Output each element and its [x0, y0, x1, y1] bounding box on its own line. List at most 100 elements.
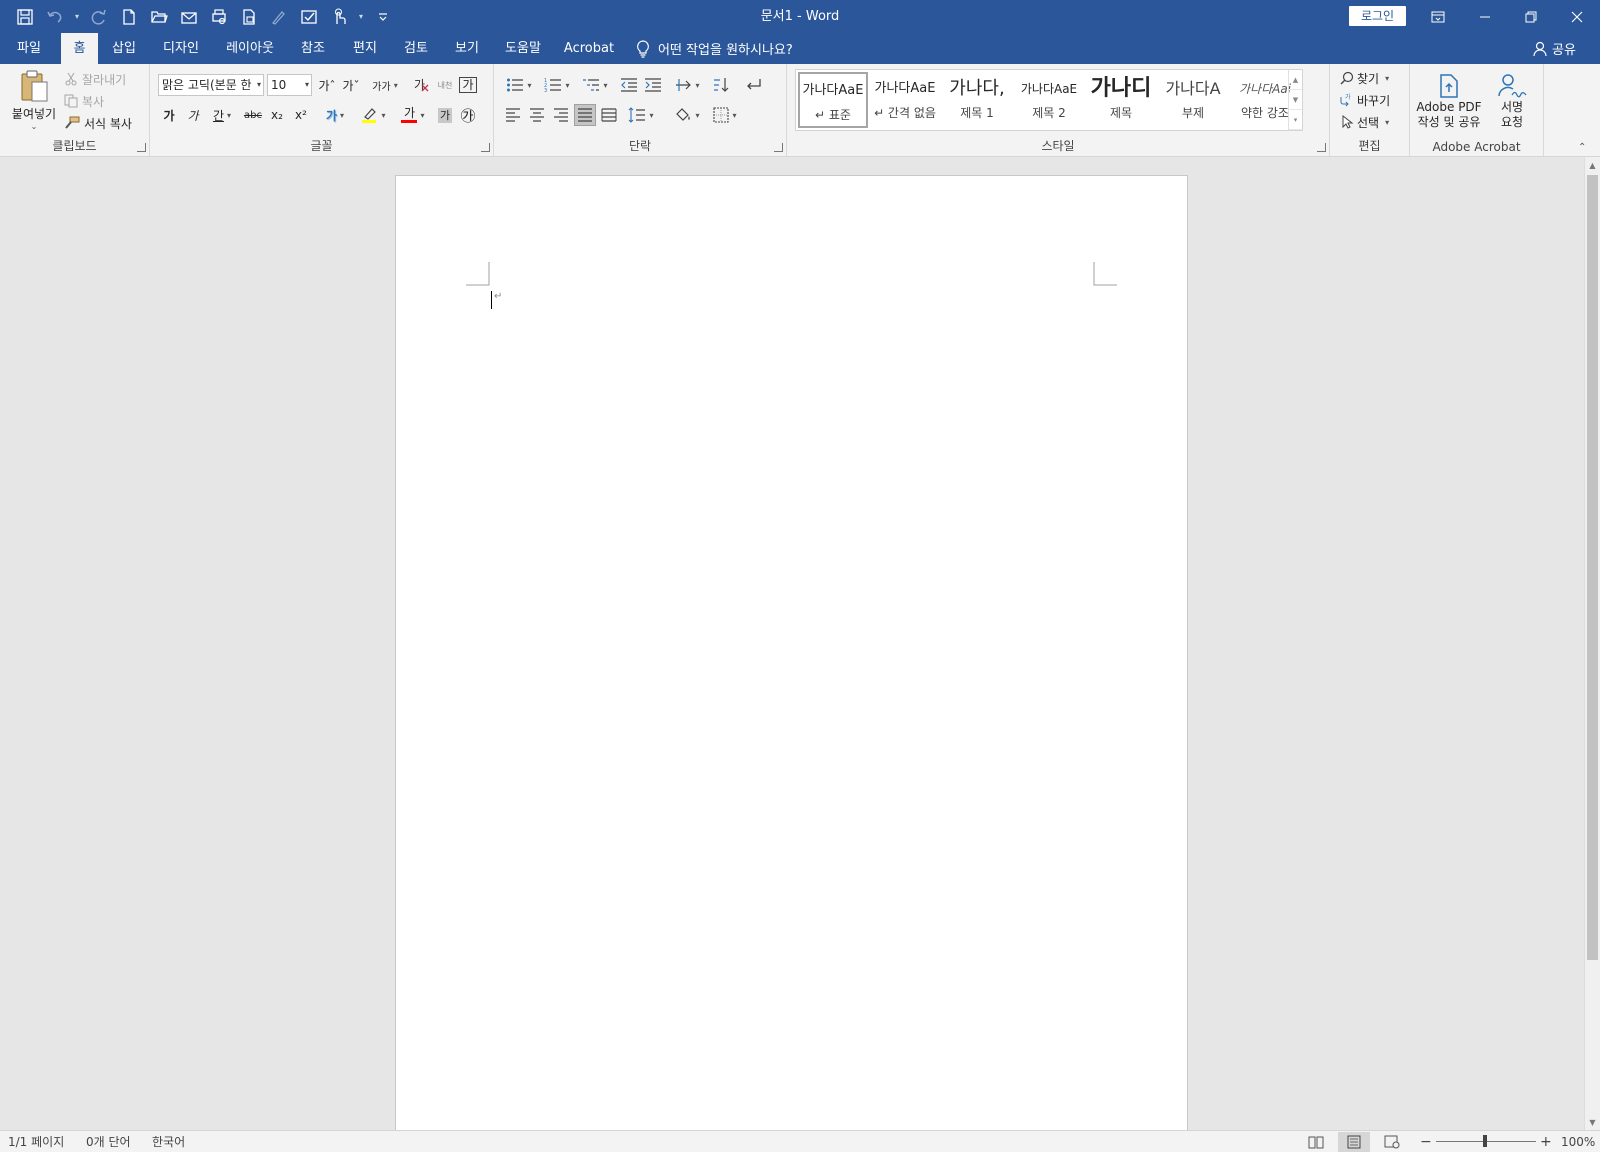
zoom-in-button[interactable]: +	[1540, 1131, 1552, 1152]
email-icon[interactable]	[176, 4, 202, 30]
italic-button[interactable]: 가	[182, 104, 204, 126]
open-icon[interactable]	[146, 4, 172, 30]
new-doc-icon[interactable]	[116, 4, 142, 30]
align-right-button[interactable]	[550, 104, 572, 126]
paste-button[interactable]: 붙여넣기 ⌄	[6, 68, 62, 132]
superscript-button[interactable]: x²	[290, 104, 312, 126]
word-count[interactable]: 0개 단어	[86, 1131, 131, 1152]
touch-mode-icon[interactable]	[326, 4, 352, 30]
enclose-characters-button[interactable]: ㉮	[457, 104, 479, 126]
text-direction-button[interactable]: ▾	[670, 74, 704, 96]
font-color-button[interactable]: 가 ▾	[395, 104, 431, 126]
request-signature-button[interactable]: 서명 요청	[1488, 68, 1536, 134]
document-page[interactable]: ↵	[395, 175, 1188, 1130]
scroll-up-icon[interactable]: ▲	[1585, 157, 1600, 173]
create-pdf-button[interactable]: Adobe PDF 작성 및 공유	[1414, 68, 1484, 134]
replace-button[interactable]: 가 바꾸기	[1340, 90, 1390, 110]
vertical-scrollbar[interactable]: ▲ ▼	[1584, 157, 1600, 1130]
style-normal[interactable]: 가나다AaE ↵ 표준	[798, 72, 868, 128]
find-button[interactable]: 찾기 ▾	[1340, 68, 1389, 88]
zoom-out-button[interactable]: −	[1420, 1131, 1432, 1152]
distributed-button[interactable]	[598, 104, 620, 126]
styles-more-icon[interactable]: ▾	[1289, 110, 1302, 130]
bullets-button[interactable]: ▾	[502, 74, 536, 96]
align-left-button[interactable]	[502, 104, 524, 126]
shrink-font-button[interactable]: 가ˇ	[340, 74, 362, 96]
bold-button[interactable]: 가	[158, 104, 180, 126]
character-shading-button[interactable]: 가	[434, 104, 456, 126]
style-heading-1[interactable]: 가나다, 제목 1	[942, 72, 1012, 128]
web-layout-button[interactable]	[1376, 1132, 1408, 1152]
styles-scroll-up-icon[interactable]: ▲	[1289, 70, 1302, 90]
read-mode-button[interactable]	[1300, 1132, 1332, 1152]
tab-references[interactable]: 참조	[292, 33, 334, 64]
scroll-down-icon[interactable]: ▼	[1585, 1114, 1600, 1130]
text-effects-button[interactable]: 가 ▾	[318, 104, 352, 126]
tab-help[interactable]: 도움말	[498, 33, 548, 64]
style-subtitle[interactable]: 가나다A 부제	[1158, 72, 1228, 128]
align-center-button[interactable]	[526, 104, 548, 126]
font-name-combo[interactable]: 맑은 고딕(본문 한 ▾	[158, 74, 264, 96]
multilevel-list-button[interactable]: ▾	[578, 74, 612, 96]
tab-review[interactable]: 검토	[395, 33, 437, 64]
line-spacing-button[interactable]: ▾	[624, 104, 658, 126]
touch-mode-dropdown-icon[interactable]: ▾	[356, 4, 366, 30]
redo-icon[interactable]	[86, 4, 112, 30]
style-title[interactable]: 가나디 제목	[1086, 72, 1156, 128]
minimize-icon[interactable]	[1462, 0, 1508, 33]
tab-file[interactable]: 파일	[7, 33, 51, 64]
change-case-button[interactable]: 가가 ▾	[368, 74, 402, 96]
character-border-button[interactable]: 가	[457, 74, 479, 96]
tab-insert[interactable]: 삽입	[103, 33, 145, 64]
close-icon[interactable]	[1554, 0, 1600, 33]
paragraph-launcher-icon[interactable]	[774, 143, 783, 152]
undo-icon[interactable]	[42, 4, 68, 30]
language-indicator[interactable]: 한국어	[152, 1131, 185, 1152]
copy-button[interactable]: 복사	[64, 91, 104, 111]
scroll-thumb[interactable]	[1587, 175, 1598, 960]
share-button[interactable]: 공유	[1533, 33, 1576, 64]
format-painter-button[interactable]: 서식 복사	[64, 113, 132, 133]
restore-icon[interactable]	[1508, 0, 1554, 33]
font-size-combo[interactable]: 10 ▾	[267, 74, 312, 96]
styles-scroll-down-icon[interactable]: ▼	[1289, 90, 1302, 110]
spelling-icon[interactable]	[296, 4, 322, 30]
strikethrough-button[interactable]: abc	[242, 104, 264, 126]
collapse-ribbon-icon[interactable]: ⌃	[1578, 142, 1586, 153]
document-area[interactable]: ↵	[0, 157, 1584, 1130]
shading-button[interactable]: ▾	[670, 104, 704, 126]
tell-me-search[interactable]: 어떤 작업을 원하시나요?	[636, 33, 793, 64]
select-button[interactable]: 선택 ▾	[1340, 112, 1389, 132]
underline-button[interactable]: 간 ▾	[205, 104, 239, 126]
zoom-slider-thumb[interactable]	[1483, 1135, 1487, 1147]
show-formatting-marks-button[interactable]	[742, 74, 764, 96]
print-preview-icon[interactable]	[206, 4, 232, 30]
tab-layout[interactable]: 레이아웃	[218, 33, 282, 64]
page-count[interactable]: 1/1 페이지	[8, 1131, 64, 1152]
tab-home[interactable]: 홈	[61, 33, 98, 64]
numbering-button[interactable]: 123 ▾	[540, 74, 574, 96]
styles-launcher-icon[interactable]	[1317, 143, 1326, 152]
subscript-button[interactable]: x₂	[266, 104, 288, 126]
tab-acrobat[interactable]: Acrobat	[558, 33, 620, 64]
style-no-spacing[interactable]: 가나다AaE ↵ 간격 없음	[870, 72, 940, 128]
print-layout-button[interactable]	[1338, 1132, 1370, 1152]
sort-button[interactable]	[710, 74, 732, 96]
save-icon[interactable]	[12, 4, 38, 30]
clipboard-launcher-icon[interactable]	[137, 143, 146, 152]
tab-design[interactable]: 디자인	[155, 33, 207, 64]
decrease-indent-button[interactable]	[618, 74, 640, 96]
style-heading-2[interactable]: 가나다AaE 제목 2	[1014, 72, 1084, 128]
clear-formatting-button[interactable]: 가	[410, 74, 432, 96]
grow-font-button[interactable]: 가ˆ	[316, 74, 338, 96]
draw-icon[interactable]	[266, 4, 292, 30]
font-launcher-icon[interactable]	[481, 143, 490, 152]
login-button[interactable]: 로그인	[1349, 6, 1406, 26]
quick-print-icon[interactable]	[236, 4, 262, 30]
customize-qat-icon[interactable]	[370, 4, 396, 30]
tab-view[interactable]: 보기	[446, 33, 488, 64]
phonetic-guide-button[interactable]: 내천	[434, 74, 456, 96]
cut-button[interactable]: 잘라내기	[64, 69, 126, 89]
highlight-button[interactable]: ▾	[355, 104, 391, 126]
increase-indent-button[interactable]	[642, 74, 664, 96]
